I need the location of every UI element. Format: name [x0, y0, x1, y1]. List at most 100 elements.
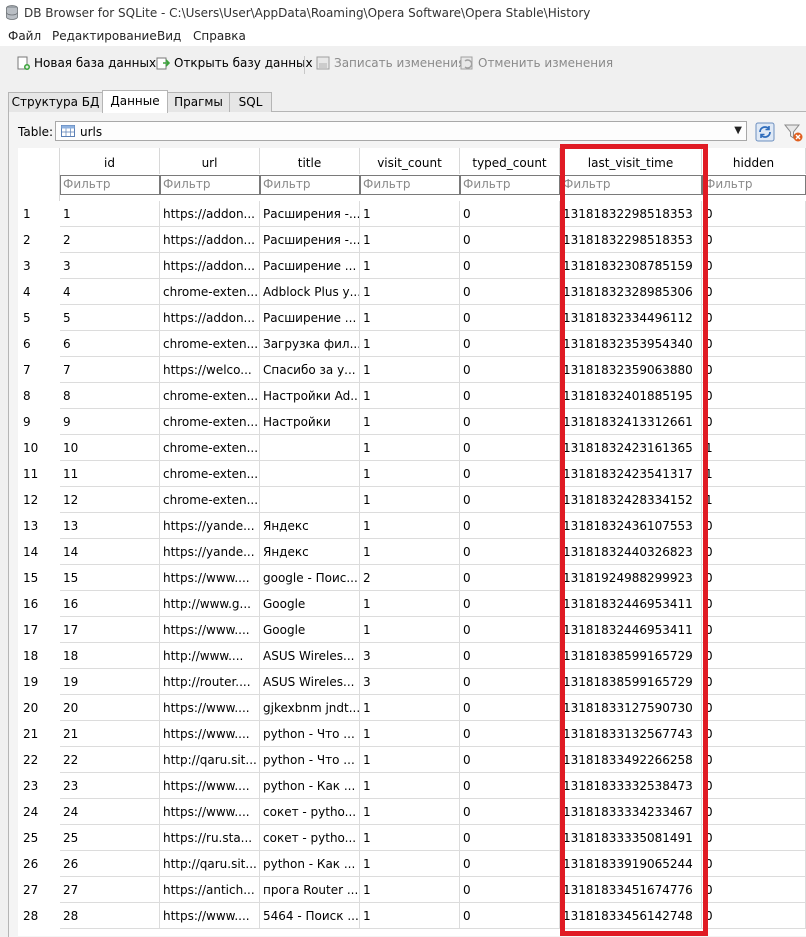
row-number[interactable]: 7 [18, 357, 60, 383]
cell-hidden[interactable]: 0 [702, 721, 806, 747]
cell-visit-count[interactable]: 1 [360, 435, 460, 461]
cell-last-visit-time[interactable]: 13181832298518353 [560, 227, 702, 253]
cell-typed-count[interactable]: 0 [460, 201, 560, 227]
cell-url[interactable]: chrome-exten... [160, 409, 260, 435]
cell-hidden[interactable]: 0 [702, 201, 806, 227]
menu-file[interactable]: Файл [8, 29, 41, 43]
table-select[interactable]: urls ▼ [55, 121, 747, 141]
row-number[interactable]: 20 [18, 695, 60, 721]
cell-visit-count[interactable]: 1 [360, 305, 460, 331]
clear-filter-icon[interactable] [782, 121, 804, 143]
data-grid[interactable]: id Фильтр url Фильтр title Фильтр visit_count Ф… [18, 148, 806, 936]
cell-url[interactable]: chrome-exten... [160, 487, 260, 513]
cell-visit-count[interactable]: 1 [360, 851, 460, 877]
cell-visit-count[interactable]: 1 [360, 201, 460, 227]
cell-hidden[interactable]: 0 [702, 305, 806, 331]
cell-typed-count[interactable]: 0 [460, 331, 560, 357]
cell-id[interactable]: 24 [60, 799, 160, 825]
cell-typed-count[interactable]: 0 [460, 513, 560, 539]
cell-hidden[interactable]: 0 [702, 669, 806, 695]
cell-visit-count[interactable]: 1 [360, 513, 460, 539]
cell-url[interactable]: https://www.... [160, 565, 260, 591]
cell-typed-count[interactable]: 0 [460, 279, 560, 305]
row-number[interactable]: 17 [18, 617, 60, 643]
cell-visit-count[interactable]: 3 [360, 669, 460, 695]
cell-title[interactable]: Яндекс [260, 513, 360, 539]
cell-url[interactable]: https://yande... [160, 539, 260, 565]
cell-id[interactable]: 19 [60, 669, 160, 695]
cell-visit-count[interactable]: 1 [360, 539, 460, 565]
row-number[interactable]: 24 [18, 799, 60, 825]
filter-input-last-visit-time[interactable]: Фильтр [560, 175, 702, 195]
cell-id[interactable]: 6 [60, 331, 160, 357]
cell-last-visit-time[interactable]: 13181832436107553 [560, 513, 702, 539]
cell-typed-count[interactable]: 0 [460, 357, 560, 383]
cell-id[interactable]: 15 [60, 565, 160, 591]
cell-url[interactable]: chrome-exten... [160, 435, 260, 461]
cell-hidden[interactable]: 0 [702, 591, 806, 617]
cell-last-visit-time[interactable]: 13181833127590730 [560, 695, 702, 721]
cell-typed-count[interactable]: 0 [460, 643, 560, 669]
cell-url[interactable]: chrome-exten... [160, 383, 260, 409]
cell-last-visit-time[interactable]: 13181832308785159 [560, 253, 702, 279]
cell-hidden[interactable]: 0 [702, 877, 806, 903]
cell-hidden[interactable]: 1 [702, 487, 806, 513]
cell-last-visit-time[interactable]: 13181833451674776 [560, 877, 702, 903]
cell-id[interactable]: 23 [60, 773, 160, 799]
cell-title[interactable] [260, 487, 360, 513]
cell-title[interactable]: Настройки [260, 409, 360, 435]
cell-id[interactable]: 9 [60, 409, 160, 435]
cell-visit-count[interactable]: 1 [360, 747, 460, 773]
cell-url[interactable]: https://addon... [160, 253, 260, 279]
column-header-url[interactable]: url [160, 148, 260, 174]
cell-title[interactable]: Расширение ... [260, 305, 360, 331]
column-header-typed-count[interactable]: typed_count [460, 148, 560, 174]
menu-view[interactable]: Вид [157, 29, 181, 43]
cell-id[interactable]: 16 [60, 591, 160, 617]
cell-hidden[interactable]: 0 [702, 643, 806, 669]
cell-url[interactable]: https://welco... [160, 357, 260, 383]
cell-typed-count[interactable]: 0 [460, 825, 560, 851]
cell-typed-count[interactable]: 0 [460, 539, 560, 565]
cell-id[interactable]: 11 [60, 461, 160, 487]
row-number[interactable]: 16 [18, 591, 60, 617]
cell-title[interactable]: Adblock Plus у... [260, 279, 360, 305]
cell-typed-count[interactable]: 0 [460, 461, 560, 487]
cell-hidden[interactable]: 0 [702, 825, 806, 851]
cell-hidden[interactable]: 0 [702, 279, 806, 305]
cell-last-visit-time[interactable]: 13181832298518353 [560, 201, 702, 227]
cell-typed-count[interactable]: 0 [460, 799, 560, 825]
cell-id[interactable]: 28 [60, 903, 160, 929]
cell-url[interactable]: https://www.... [160, 773, 260, 799]
cell-last-visit-time[interactable]: 13181832423541317 [560, 461, 702, 487]
menu-edit[interactable]: Редактирование [52, 29, 157, 43]
cell-title[interactable]: ASUS Wireles... [260, 643, 360, 669]
cell-visit-count[interactable]: 1 [360, 409, 460, 435]
cell-url[interactable]: http://www.... [160, 643, 260, 669]
cell-title[interactable]: Яндекс [260, 539, 360, 565]
cell-id[interactable]: 14 [60, 539, 160, 565]
cell-id[interactable]: 27 [60, 877, 160, 903]
cell-typed-count[interactable]: 0 [460, 695, 560, 721]
cell-url[interactable]: https://www.... [160, 903, 260, 929]
cell-typed-count[interactable]: 0 [460, 487, 560, 513]
row-number[interactable]: 5 [18, 305, 60, 331]
cell-title[interactable]: Расширения -... [260, 201, 360, 227]
cell-url[interactable]: https://www.... [160, 695, 260, 721]
cell-last-visit-time[interactable]: 13181833335081491 [560, 825, 702, 851]
cell-typed-count[interactable]: 0 [460, 409, 560, 435]
cell-last-visit-time[interactable]: 13181832413312661 [560, 409, 702, 435]
filter-input-hidden[interactable]: Фильтр [702, 175, 806, 195]
cell-hidden[interactable]: 0 [702, 617, 806, 643]
cell-visit-count[interactable]: 1 [360, 331, 460, 357]
cell-last-visit-time[interactable]: 13181832446953411 [560, 591, 702, 617]
cell-title[interactable]: gjkexbnm jndt... [260, 695, 360, 721]
cell-url[interactable]: https://www.... [160, 721, 260, 747]
cell-url[interactable]: https://addon... [160, 201, 260, 227]
tab-db-structure[interactable]: Структура БД [8, 92, 103, 112]
cell-hidden[interactable]: 0 [702, 253, 806, 279]
cell-typed-count[interactable]: 0 [460, 591, 560, 617]
cell-visit-count[interactable]: 1 [360, 721, 460, 747]
cell-url[interactable]: https://ru.sta... [160, 825, 260, 851]
cell-id[interactable]: 17 [60, 617, 160, 643]
